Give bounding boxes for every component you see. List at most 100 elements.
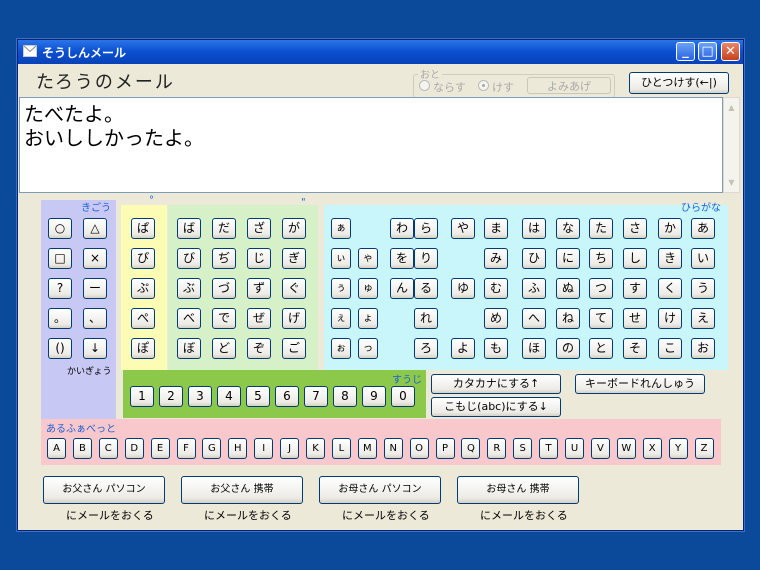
handakuten-key[interactable]: ぱ xyxy=(131,218,155,239)
hiragana-key[interactable]: め xyxy=(484,308,508,329)
symbol-key[interactable]: 。 xyxy=(48,308,72,329)
hiragana-key[interactable]: い xyxy=(691,248,715,269)
dakuten-key[interactable]: ぎ xyxy=(282,248,306,269)
dakuten-key[interactable]: ざ xyxy=(247,218,271,239)
symbol-key[interactable]: × xyxy=(83,248,107,269)
alphabet-key[interactable]: B xyxy=(72,438,92,459)
hiragana-key[interactable]: ぉ xyxy=(331,338,351,359)
hiragana-key[interactable]: さ xyxy=(623,218,647,239)
hiragana-key[interactable]: の xyxy=(556,338,580,359)
hiragana-key[interactable]: ひ xyxy=(522,248,546,269)
hiragana-key[interactable]: か xyxy=(658,218,682,239)
alphabet-key[interactable]: R xyxy=(487,438,507,459)
hiragana-key[interactable]: た xyxy=(589,218,613,239)
scroll-down-icon[interactable]: ▼ xyxy=(725,175,738,190)
dakuten-key[interactable]: べ xyxy=(177,308,201,329)
alphabet-key[interactable]: C xyxy=(98,438,118,459)
hiragana-key[interactable]: ち xyxy=(589,248,613,269)
hiragana-key[interactable]: つ xyxy=(589,278,613,299)
alphabet-key[interactable]: X xyxy=(642,438,662,459)
dakuten-key[interactable]: ぼ xyxy=(177,338,201,359)
hiragana-key[interactable]: け xyxy=(658,308,682,329)
sound-on-radio[interactable] xyxy=(419,80,430,91)
message-scrollbar[interactable]: ▲ ▼ xyxy=(723,97,740,193)
number-key[interactable]: 1 xyxy=(130,386,154,407)
number-key[interactable]: 8 xyxy=(333,386,357,407)
dakuten-key[interactable]: ぐ xyxy=(282,278,306,299)
dakuten-key[interactable]: ぜ xyxy=(247,308,271,329)
dakuten-key[interactable]: づ xyxy=(212,278,236,299)
dakuten-key[interactable]: じ xyxy=(247,248,271,269)
hiragana-key[interactable]: へ xyxy=(522,308,546,329)
handakuten-key[interactable]: ぽ xyxy=(131,338,155,359)
minimize-button[interactable]: _ xyxy=(676,42,695,61)
symbol-key[interactable]: ↓ xyxy=(83,338,107,359)
hiragana-key[interactable]: ら xyxy=(414,218,438,239)
alphabet-key[interactable]: U xyxy=(565,438,584,459)
symbol-key[interactable]: □ xyxy=(48,248,72,269)
dakuten-key[interactable]: が xyxy=(282,218,306,239)
scroll-up-icon[interactable]: ▲ xyxy=(725,100,738,115)
hiragana-key[interactable]: そ xyxy=(623,338,647,359)
hiragana-key[interactable]: よ xyxy=(451,338,475,359)
send-to-recipient-button[interactable]: お父さん パソコン xyxy=(43,476,165,504)
dakuten-key[interactable]: ぶ xyxy=(177,278,201,299)
hiragana-key[interactable]: う xyxy=(691,278,715,299)
dakuten-key[interactable]: ぞ xyxy=(247,338,271,359)
send-to-recipient-button[interactable]: お母さん 携帯 xyxy=(457,476,579,504)
keyboard-practice-button[interactable]: キーボードれんしゅう xyxy=(575,374,705,394)
alphabet-key[interactable]: J xyxy=(280,438,300,459)
hiragana-key[interactable]: ろ xyxy=(414,338,438,359)
hiragana-key[interactable]: る xyxy=(414,278,438,299)
read-aloud-button[interactable]: よみあげ xyxy=(527,77,611,94)
hiragana-key[interactable]: ぁ xyxy=(331,218,351,239)
close-button[interactable]: ✕ xyxy=(721,42,740,61)
alphabet-key[interactable]: G xyxy=(202,438,222,459)
hiragana-key[interactable]: あ xyxy=(691,218,715,239)
alphabet-key[interactable]: O xyxy=(409,438,429,459)
hiragana-key[interactable]: れ xyxy=(414,308,438,329)
alphabet-key[interactable]: Z xyxy=(694,438,714,459)
send-to-recipient-button[interactable]: お母さん パソコン xyxy=(319,476,441,504)
hiragana-key[interactable]: や xyxy=(451,218,475,239)
dakuten-key[interactable]: げ xyxy=(282,308,306,329)
hiragana-key[interactable]: て xyxy=(589,308,613,329)
alphabet-key[interactable]: Q xyxy=(461,438,481,459)
number-key[interactable]: 0 xyxy=(391,386,415,407)
hiragana-key[interactable]: ほ xyxy=(522,338,546,359)
hiragana-key[interactable]: き xyxy=(658,248,682,269)
hiragana-key[interactable]: に xyxy=(556,248,580,269)
alphabet-key[interactable]: D xyxy=(124,438,144,459)
hiragana-key[interactable]: ね xyxy=(556,308,580,329)
dakuten-key[interactable]: だ xyxy=(212,218,236,239)
number-key[interactable]: 4 xyxy=(217,386,241,407)
hiragana-key[interactable]: ゆ xyxy=(451,278,475,299)
hiragana-key[interactable]: ふ xyxy=(522,278,546,299)
hiragana-key[interactable]: ゅ xyxy=(358,278,378,299)
number-key[interactable]: 6 xyxy=(275,386,299,407)
number-key[interactable]: 3 xyxy=(188,386,212,407)
hiragana-key[interactable]: を xyxy=(390,248,414,269)
hiragana-key[interactable]: わ xyxy=(390,218,414,239)
alphabet-key[interactable]: T xyxy=(539,438,559,459)
hiragana-key[interactable]: な xyxy=(556,218,580,239)
hiragana-key[interactable]: す xyxy=(623,278,647,299)
dakuten-key[interactable]: び xyxy=(177,248,201,269)
hiragana-key[interactable]: ゃ xyxy=(358,248,378,269)
alphabet-key[interactable]: K xyxy=(306,438,325,459)
hiragana-key[interactable]: も xyxy=(484,338,508,359)
number-key[interactable]: 2 xyxy=(159,386,183,407)
dakuten-key[interactable]: ご xyxy=(282,338,306,359)
alphabet-key[interactable]: P xyxy=(435,438,455,459)
hiragana-key[interactable]: は xyxy=(522,218,546,239)
symbol-key[interactable]: △ xyxy=(83,218,107,239)
katakana-button[interactable]: カタカナにする↑ xyxy=(431,374,561,394)
message-textarea[interactable]: たべたよ。 おいししかったよ。 xyxy=(19,97,723,193)
dakuten-key[interactable]: で xyxy=(212,308,236,329)
hiragana-key[interactable]: り xyxy=(414,248,438,269)
hiragana-key[interactable]: む xyxy=(484,278,508,299)
dakuten-key[interactable]: ず xyxy=(247,278,271,299)
alphabet-key[interactable]: E xyxy=(150,438,170,459)
hiragana-key[interactable]: み xyxy=(484,248,508,269)
hiragana-key[interactable]: ま xyxy=(484,218,508,239)
